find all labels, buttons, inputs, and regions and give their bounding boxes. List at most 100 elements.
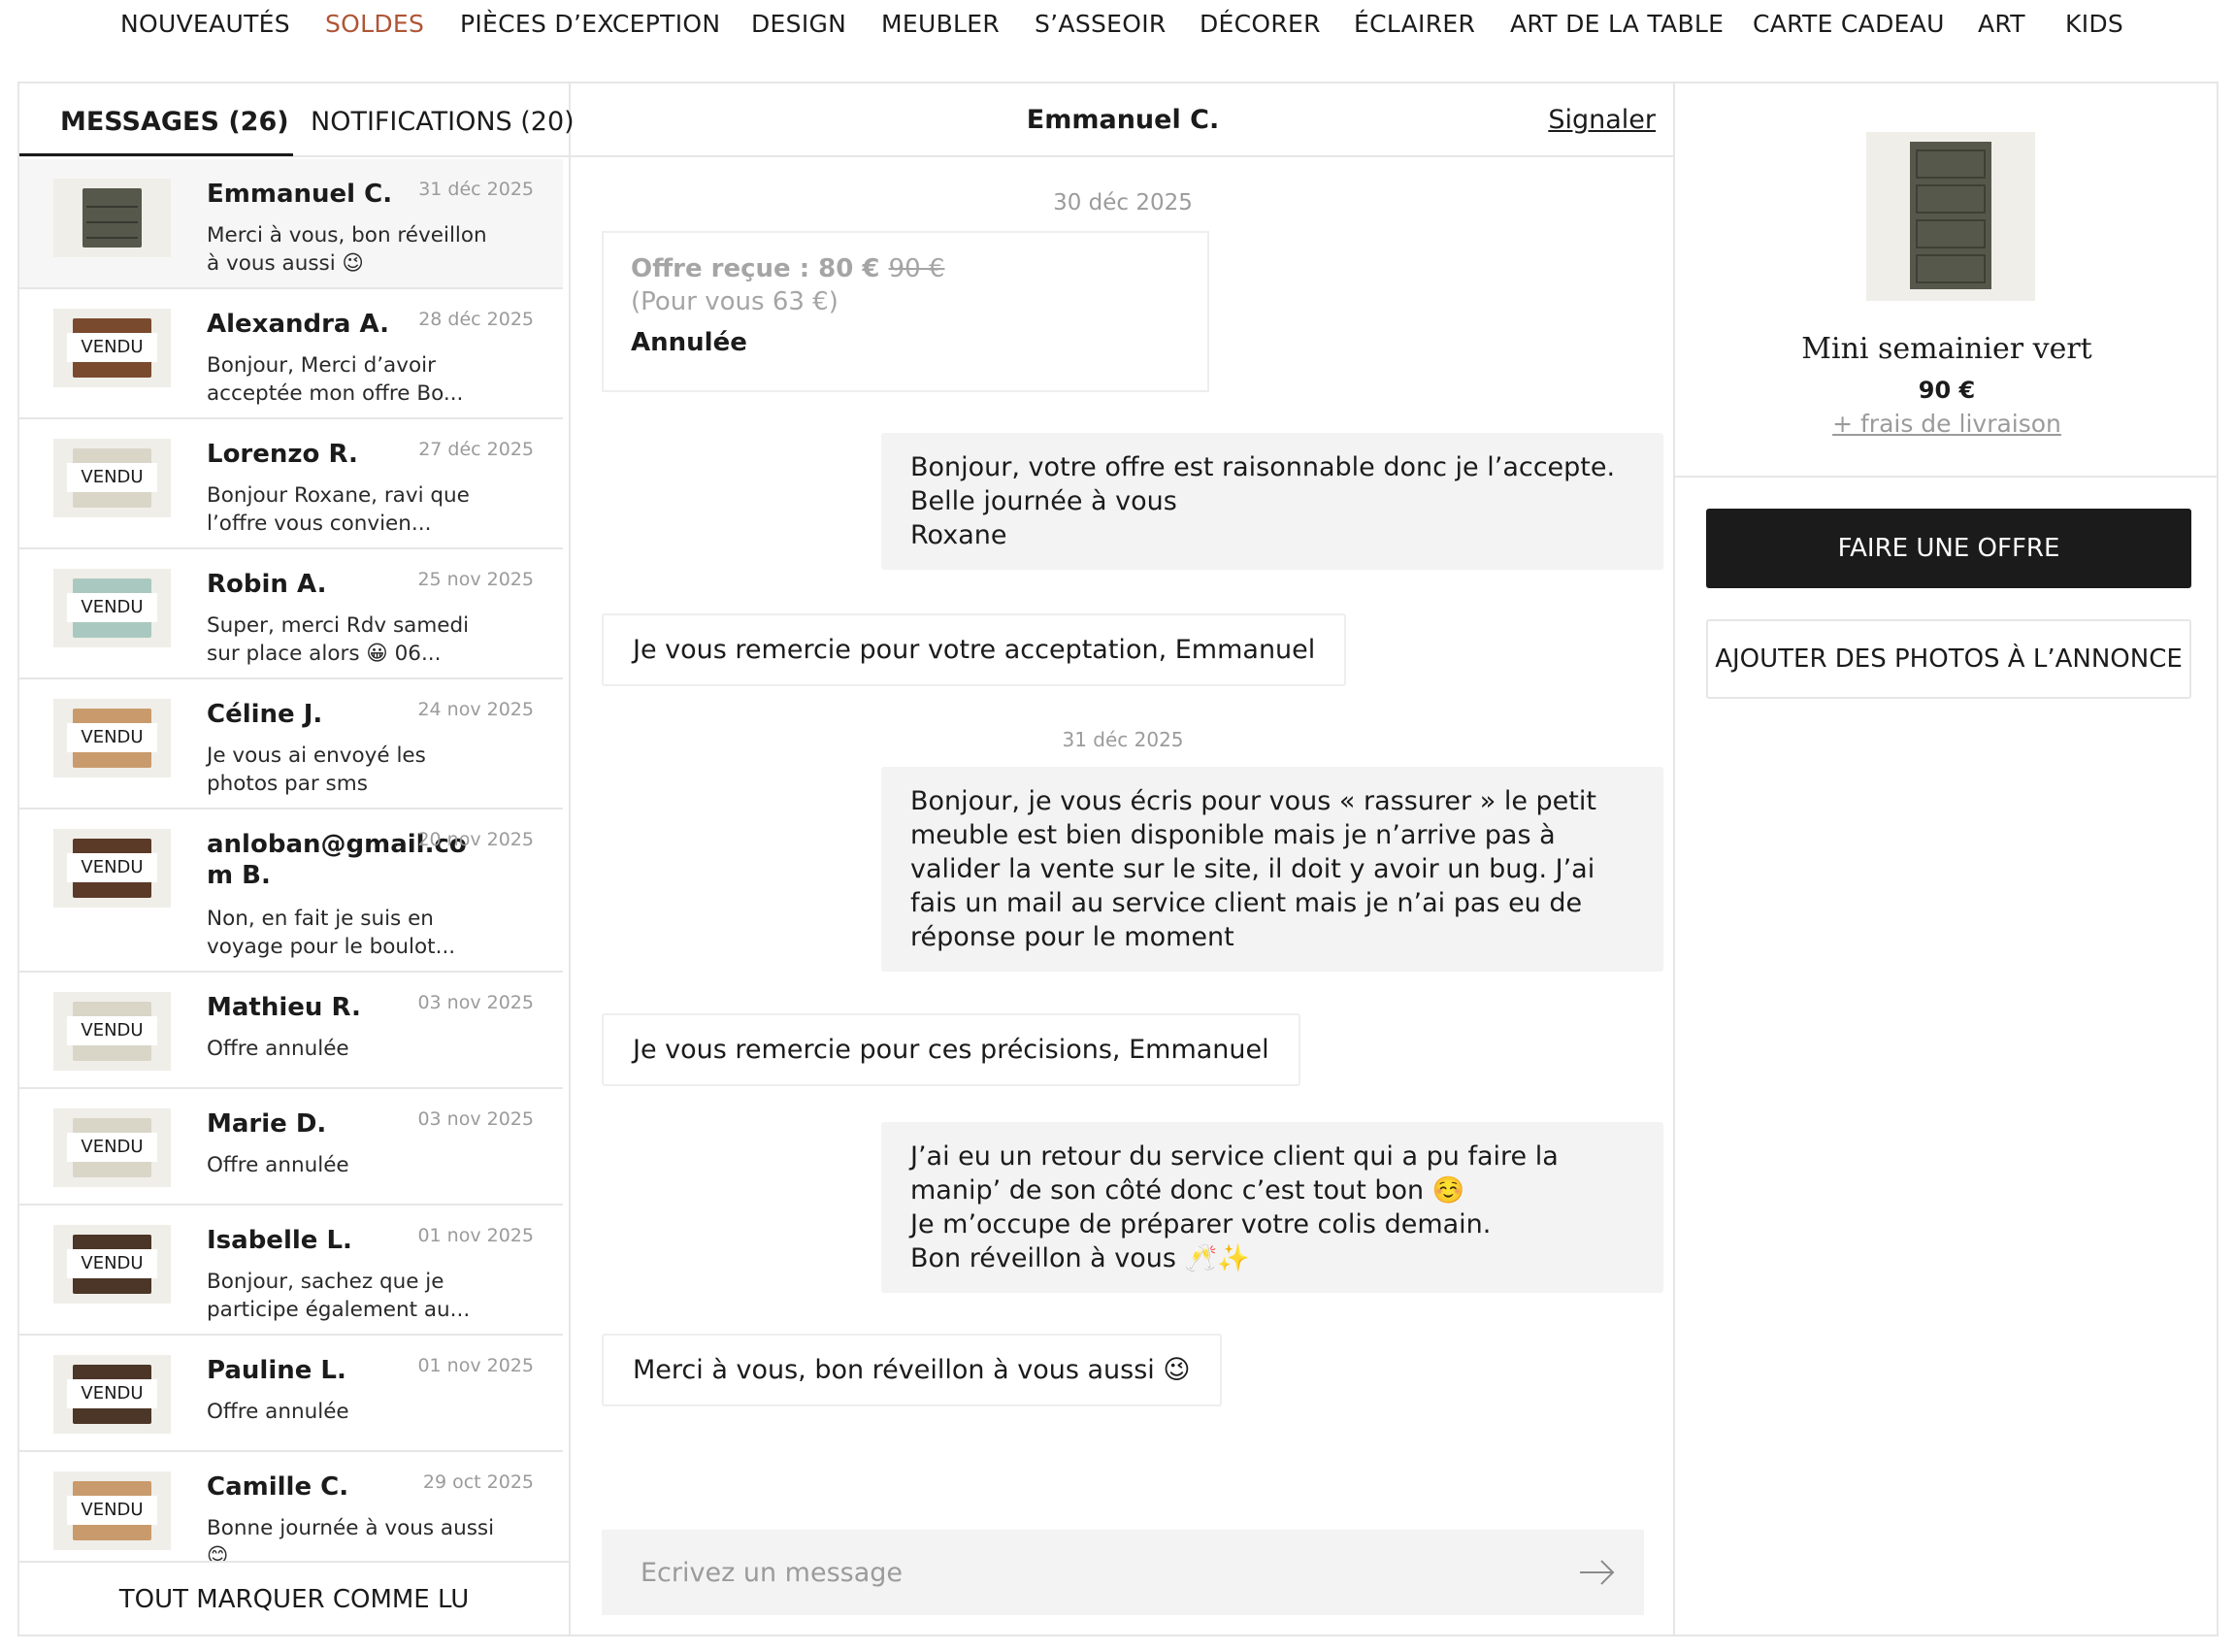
nav-meubler[interactable]: MEUBLER: [881, 10, 1000, 38]
product-image[interactable]: [1866, 132, 2035, 301]
conversation-date: 29 oct 2025: [422, 1471, 534, 1493]
conversation-item[interactable]: VENDU Mathieu R. 03 nov 2025 Offre annul…: [19, 973, 563, 1089]
sold-badge: VENDU: [67, 593, 157, 622]
sent-message: J’ai eu un retour du service client qui …: [881, 1122, 1663, 1293]
sold-badge: VENDU: [67, 333, 157, 362]
nav-art[interactable]: ART: [1978, 10, 2025, 38]
chat-contact-name: Emmanuel C.: [1026, 105, 1220, 135]
conversation-list[interactable]: Emmanuel C. 31 déc 2025 Merci à vous, bo…: [19, 159, 563, 1639]
offer-status: Annulée: [631, 328, 747, 357]
message-preview: Offre annulée: [207, 1400, 349, 1424]
message-preview: Merci à vous, bon réveillon à vous aussi…: [207, 223, 487, 276]
conversations-panel: MESSAGES (26) NOTIFICATIONS (20) Emmanue…: [19, 83, 575, 1635]
offer-old-price: 90 €: [888, 254, 945, 283]
sold-badge: VENDU: [67, 1016, 157, 1045]
nav-soldes[interactable]: SOLDES: [325, 10, 424, 38]
nav-nouveautes[interactable]: NOUVEAUTÉS: [120, 10, 290, 38]
shipping-fees-link[interactable]: + frais de livraison: [1675, 410, 2219, 438]
date-separator: 30 déc 2025: [1053, 190, 1193, 215]
conversation-date: 03 nov 2025: [417, 1108, 534, 1130]
nav-eclairer[interactable]: ÉCLAIRER: [1354, 10, 1475, 38]
message-composer: [602, 1530, 1644, 1615]
mark-all-read-button[interactable]: TOUT MARQUER COMME LU: [19, 1561, 569, 1635]
listing-thumbnail: VENDU: [53, 992, 171, 1071]
nav-sasseoir[interactable]: S’ASSEOIR: [1035, 10, 1167, 38]
send-arrow-icon[interactable]: [1578, 1553, 1617, 1592]
message-preview: Je vous ai envoyé les photos par sms: [207, 743, 426, 796]
sent-message: Bonjour, votre offre est raisonnable don…: [881, 433, 1663, 570]
add-photos-button[interactable]: AJOUTER DES PHOTOS À L’ANNONCE: [1706, 619, 2191, 699]
chat-panel: Emmanuel C. Signaler 30 déc 2025 Offre r…: [571, 83, 1675, 1635]
sold-badge: VENDU: [67, 1496, 157, 1525]
message-preview: Bonjour, Merci d’avoir acceptée mon offr…: [207, 353, 464, 406]
message-input[interactable]: [602, 1530, 1533, 1615]
nav-pieces-exception[interactable]: PIÈCES D’EXCEPTION: [460, 10, 720, 38]
sold-badge: VENDU: [67, 1249, 157, 1278]
conversation-item[interactable]: Emmanuel C. 31 déc 2025 Merci à vous, bo…: [19, 159, 563, 289]
tab-messages[interactable]: MESSAGES (26): [60, 107, 289, 137]
conversation-item[interactable]: VENDU Lorenzo R. 27 déc 2025 Bonjour Rox…: [19, 419, 563, 549]
conversation-date: 03 nov 2025: [417, 992, 534, 1013]
conversation-date: 25 nov 2025: [417, 569, 534, 590]
received-message: Merci à vous, bon réveillon à vous aussi…: [602, 1334, 1222, 1406]
product-panel: Mini semainier vert 90 € + frais de livr…: [1675, 83, 2219, 1635]
conversation-date: 20 nov 2025: [417, 829, 534, 850]
conversation-item[interactable]: VENDU anloban@gmail.com B. 20 nov 2025 N…: [19, 809, 563, 973]
product-title: Mini semainier vert: [1801, 332, 2092, 366]
listing-thumbnail: VENDU: [53, 1225, 171, 1304]
nav-design[interactable]: DESIGN: [751, 10, 846, 38]
message-preview: Offre annulée: [207, 1037, 349, 1061]
conversation-date: 01 nov 2025: [417, 1355, 534, 1376]
nav-kids[interactable]: KIDS: [2065, 10, 2123, 38]
message-preview: Super, merci Rdv samedi sur place alors …: [207, 613, 470, 666]
message-preview: Bonjour, sachez que je participe égaleme…: [207, 1270, 471, 1322]
listing-thumbnail: VENDU: [53, 699, 171, 777]
conversation-date: 31 déc 2025: [418, 179, 534, 200]
offer-net-amount: (Pour vous 63 €): [631, 287, 838, 316]
conversation-item[interactable]: VENDU Marie D. 03 nov 2025 Offre annulée: [19, 1089, 563, 1206]
conversation-date: 01 nov 2025: [417, 1225, 534, 1246]
listing-thumbnail: VENDU: [53, 829, 171, 908]
report-link[interactable]: Signaler: [1548, 105, 1656, 135]
received-message: Je vous remercie pour ces précisions, Em…: [602, 1013, 1300, 1086]
nav-carte-cadeau[interactable]: CARTE CADEAU: [1753, 10, 1945, 38]
message-preview: Offre annulée: [207, 1153, 349, 1177]
messaging-frame: MESSAGES (26) NOTIFICATIONS (20) Emmanue…: [17, 82, 2219, 1636]
conversation-item[interactable]: VENDU Isabelle L. 01 nov 2025 Bonjour, s…: [19, 1206, 563, 1336]
sold-badge: VENDU: [67, 1379, 157, 1408]
conversation-item[interactable]: VENDU Céline J. 24 nov 2025 Je vous ai e…: [19, 679, 563, 809]
sold-badge: VENDU: [67, 463, 157, 492]
listing-thumbnail: VENDU: [53, 439, 171, 517]
conversation-date: 27 déc 2025: [418, 439, 534, 460]
sold-badge: VENDU: [67, 723, 157, 752]
conversation-date: 28 déc 2025: [418, 309, 534, 330]
conversation-item[interactable]: VENDU Pauline L. 01 nov 2025 Offre annul…: [19, 1336, 563, 1452]
listing-thumbnail: [53, 179, 171, 257]
chat-header: Emmanuel C. Signaler: [571, 83, 1675, 157]
message-preview: Non, en fait je suis en voyage pour le b…: [207, 907, 456, 959]
date-separator: 31 déc 2025: [1062, 728, 1184, 751]
inbox-tabs: MESSAGES (26) NOTIFICATIONS (20): [19, 83, 575, 157]
top-navigation: NOUVEAUTÉS SOLDES PIÈCES D’EXCEPTION DES…: [0, 0, 2236, 54]
conversation-item[interactable]: VENDU Robin A. 25 nov 2025 Super, merci …: [19, 549, 563, 679]
sold-badge: VENDU: [67, 1133, 157, 1162]
nav-decorer[interactable]: DÉCORER: [1200, 10, 1321, 38]
product-price: 90 €: [1918, 377, 1976, 404]
make-offer-button[interactable]: FAIRE UNE OFFRE: [1706, 509, 2191, 588]
listing-thumbnail: VENDU: [53, 309, 171, 387]
nav-art-de-la-table[interactable]: ART DE LA TABLE: [1510, 10, 1724, 38]
message-preview: Bonjour Roxane, ravi que l’offre vous co…: [207, 483, 470, 536]
listing-thumbnail: VENDU: [53, 1355, 171, 1434]
tab-notifications[interactable]: NOTIFICATIONS (20): [311, 107, 575, 137]
listing-thumbnail: VENDU: [53, 569, 171, 647]
listing-thumbnail: VENDU: [53, 1471, 171, 1550]
dark-green-cabinet-icon: [82, 188, 142, 248]
active-tab-indicator: [19, 153, 293, 156]
listing-thumbnail: VENDU: [53, 1108, 171, 1187]
conversation-item[interactable]: VENDU Alexandra A. 28 déc 2025 Bonjour, …: [19, 289, 563, 419]
received-message: Je vous remercie pour votre acceptation,…: [602, 613, 1347, 686]
conversation-date: 24 nov 2025: [417, 699, 534, 720]
offer-amount: Offre reçue : 80 € 90 €: [631, 254, 945, 283]
offer-card: Offre reçue : 80 € 90 € (Pour vous 63 €)…: [602, 231, 1209, 392]
sold-badge: VENDU: [67, 853, 157, 882]
